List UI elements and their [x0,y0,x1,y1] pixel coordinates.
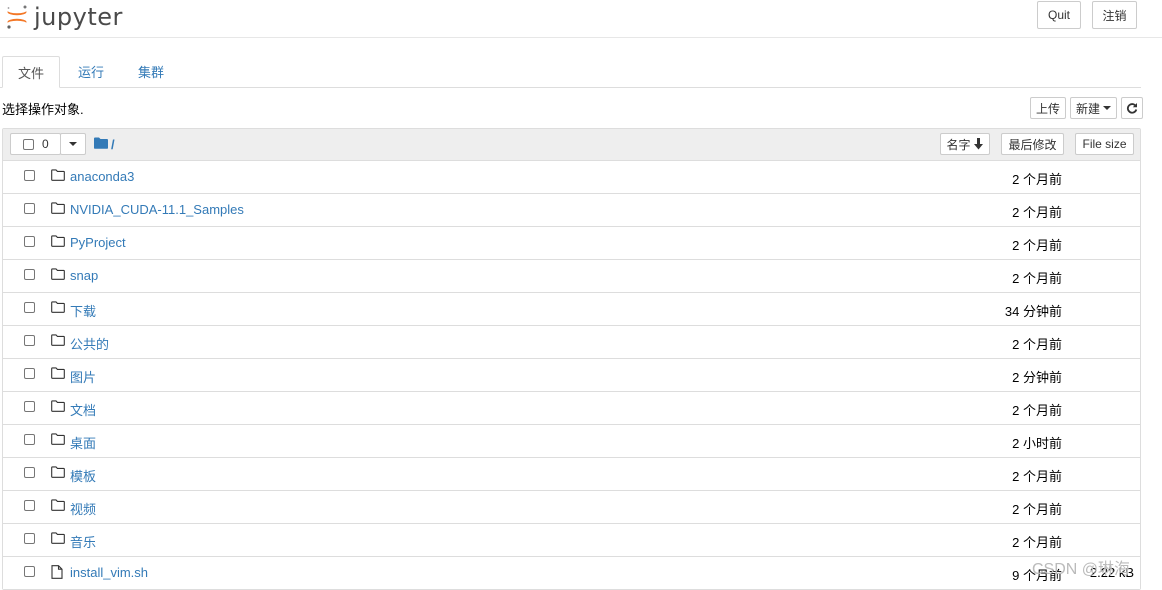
tab-files[interactable]: 文件 [2,56,60,88]
select-hint-text: 选择操作对象. [2,102,84,117]
file-modified: 2 个月前 [1012,172,1062,187]
row-checkbox[interactable] [24,170,35,181]
logout-button[interactable]: 注销 [1092,1,1137,29]
file-name-link[interactable]: 视频 [70,499,96,518]
row-checkbox[interactable] [24,302,35,313]
file-name-link[interactable]: install_vim.sh [70,565,148,580]
row-checkbox[interactable] [24,434,35,445]
file-modified: 2 个月前 [1012,271,1062,286]
list-header: 0 / 名字 最后修改 File size [3,129,1140,161]
new-button-label: 新建 [1075,101,1100,116]
file-name-link[interactable]: anaconda3 [70,169,134,184]
caret-down-icon [69,142,77,146]
sort-size-button[interactable]: File size [1075,133,1134,155]
file-name-link[interactable]: 图片 [70,367,96,386]
sort-name-label: 名字 [946,137,971,152]
file-icon [51,565,63,582]
logo-text: jupyter [34,3,123,31]
file-name-link[interactable]: 公共的 [70,334,109,353]
sort-name-button[interactable]: 名字 [940,133,990,155]
folder-icon [51,268,65,283]
row-checkbox[interactable] [24,500,35,511]
refresh-icon [1126,103,1138,114]
file-row[interactable]: 公共的 2 个月前 [3,326,1140,359]
file-modified: 2 个月前 [1012,205,1062,220]
select-all-control[interactable]: 0 [10,133,61,155]
arrow-down-icon [973,138,983,150]
file-name-link[interactable]: 文档 [70,400,96,419]
folder-icon [51,235,65,250]
tab-clusters[interactable]: 集群 [124,56,178,87]
file-row[interactable]: 桌面 2 小时前 [3,425,1140,458]
file-row[interactable]: 视频 2 个月前 [3,491,1140,524]
file-name-link[interactable]: 模板 [70,466,96,485]
folder-icon [51,367,65,382]
row-checkbox[interactable] [24,269,35,280]
folder-icon [51,301,65,316]
row-checkbox[interactable] [24,467,35,478]
tab-running[interactable]: 运行 [64,56,118,87]
upload-button[interactable]: 上传 [1030,97,1066,119]
watermark: CSDN @琳海 [1032,561,1131,578]
sort-modified-button[interactable]: 最后修改 [1001,133,1064,155]
file-modified: 2 分钟前 [1012,370,1062,385]
file-row[interactable]: PyProject 2 个月前 [3,227,1140,260]
selected-count: 0 [42,137,49,151]
folder-icon [51,466,65,481]
row-checkbox[interactable] [24,401,35,412]
file-row[interactable]: install_vim.sh 9 个月前 2.22 kB [3,557,1140,589]
new-button[interactable]: 新建 [1070,97,1117,119]
header-bar: jupyter Quit 注销 [0,0,1162,38]
caret-down-icon [1103,106,1111,110]
row-checkbox[interactable] [24,236,35,247]
file-name-link[interactable]: PyProject [70,235,126,250]
file-name-link[interactable]: 桌面 [70,433,96,452]
file-name-link[interactable]: 下载 [70,301,96,320]
row-checkbox[interactable] [24,335,35,346]
folder-icon [51,532,65,547]
folder-icon [51,202,65,217]
folder-icon [51,433,65,448]
breadcrumb-path[interactable]: / [111,137,115,152]
jupyter-logo[interactable]: jupyter [6,3,123,31]
jupyter-logo-icon [7,5,27,29]
file-name-link[interactable]: snap [70,268,98,283]
file-row[interactable]: 音乐 2 个月前 [3,524,1140,557]
folder-icon [51,169,65,184]
row-checkbox[interactable] [24,368,35,379]
file-row[interactable]: 图片 2 分钟前 [3,359,1140,392]
file-row[interactable]: NVIDIA_CUDA-11.1_Samples 2 个月前 [3,194,1140,227]
select-dropdown-button[interactable] [60,133,86,155]
file-name-link[interactable]: 音乐 [70,532,96,551]
file-row[interactable]: 下载 34 分钟前 [3,293,1140,326]
file-modified: 2 小时前 [1012,436,1062,451]
file-modified: 2 个月前 [1012,337,1062,352]
file-modified: 2 个月前 [1012,502,1062,517]
file-modified: 2 个月前 [1012,403,1062,418]
quit-button[interactable]: Quit [1037,1,1081,29]
file-row[interactable]: anaconda3 2 个月前 [3,161,1140,194]
file-row[interactable]: 文档 2 个月前 [3,392,1140,425]
file-modified: 2 个月前 [1012,469,1062,484]
row-checkbox[interactable] [24,533,35,544]
row-checkbox[interactable] [24,566,35,577]
file-modified: 34 分钟前 [1004,304,1062,319]
row-checkbox[interactable] [24,203,35,214]
file-list: 0 / 名字 最后修改 File size anaconda3 2 个月前 NV… [2,128,1141,590]
folder-icon [51,400,65,415]
tab-bar: 文件 运行 集群 [0,56,1141,88]
file-name-link[interactable]: NVIDIA_CUDA-11.1_Samples [70,202,244,217]
file-row[interactable]: snap 2 个月前 [3,260,1140,293]
refresh-button[interactable] [1121,97,1143,119]
folder-solid-icon[interactable] [94,137,108,152]
folder-icon [51,499,65,514]
select-all-checkbox[interactable] [23,138,34,150]
file-modified: 2 个月前 [1012,238,1062,253]
folder-icon [51,334,65,349]
file-row[interactable]: 模板 2 个月前 [3,458,1140,491]
file-modified: 2 个月前 [1012,535,1062,550]
